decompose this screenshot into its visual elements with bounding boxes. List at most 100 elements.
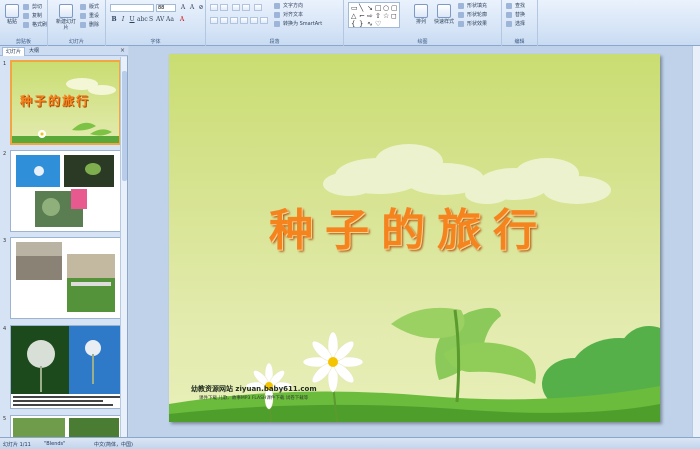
shrink-font-button[interactable]: A <box>188 4 196 12</box>
justify-button[interactable] <box>240 17 248 24</box>
thumbnail-5-art <box>13 418 119 437</box>
callout-shape-icon[interactable]: ◻ <box>391 12 397 20</box>
thumbnail-number: 3 <box>3 238 7 244</box>
find-button[interactable]: 查找 <box>506 2 525 10</box>
numbering-button[interactable] <box>220 4 228 11</box>
replace-button[interactable]: 替换 <box>506 11 525 19</box>
thumbnail-number: 1 <box>3 61 7 67</box>
paragraph-group: 文字方向 对齐文本 转换为 SmartArt 段落 <box>206 0 344 46</box>
font-group: 88 A A ⊘ B I U abc S AV Aa A 字体 <box>106 0 206 46</box>
brand-text: 幼教资源网站 ziyuan.baby611.com <box>191 385 317 393</box>
thumbnail-slide-3[interactable] <box>10 237 121 319</box>
up-arrow-shape-icon[interactable]: ⇧ <box>375 12 381 20</box>
slide-title[interactable]: 种子的旅行 <box>269 194 549 258</box>
cut-button[interactable]: 剪切 <box>23 3 42 11</box>
char-spacing-button[interactable]: AV <box>156 16 164 24</box>
increase-indent-button[interactable] <box>242 4 250 11</box>
delete-slide-button[interactable]: 删除 <box>80 21 99 29</box>
rectangle-shape-icon[interactable]: □ <box>375 4 382 12</box>
thumbnail-number: 4 <box>3 326 7 332</box>
shape-effects-button[interactable]: 形状效果 <box>458 20 487 28</box>
slide-editor: 种子的旅行 幼教资源网站 ziyuan.baby611.com 课件下载 儿歌、… <box>129 46 700 437</box>
align-text-button[interactable]: 对齐文本 <box>274 11 303 19</box>
decrease-indent-button[interactable] <box>232 4 240 11</box>
shape-outline-button[interactable]: 形状轮廓 <box>458 11 487 19</box>
language-status[interactable]: 中文(简体，中国) <box>94 441 133 448</box>
slides-group: 新建幻灯片 版式 重设 删除 幻灯片 <box>48 0 106 46</box>
bold-button[interactable]: B <box>110 16 118 24</box>
editing-group: 查找 替换 选择 编辑 <box>502 0 538 46</box>
shapes-gallery[interactable]: ▭ ╲ ↘ □ ○ ▢ △ ⌐ ⇨ ⇧ ☆ ◻ { } ∿ ♡ <box>348 2 400 28</box>
thumbnail-number: 5 <box>3 416 7 422</box>
columns-button[interactable] <box>260 17 268 24</box>
tab-outline[interactable]: 大纲 <box>26 47 42 56</box>
align-left-button[interactable] <box>210 17 218 24</box>
arrange-button[interactable]: 排列 <box>410 2 432 32</box>
triangle-shape-icon[interactable]: △ <box>351 12 356 20</box>
star-shape-icon[interactable]: ☆ <box>383 12 389 20</box>
heart-shape-icon[interactable]: ♡ <box>375 20 381 28</box>
clear-format-button[interactable]: ⊘ <box>197 4 205 12</box>
align-right-button[interactable] <box>230 17 238 24</box>
slides-pane: 幻灯片 大纲 × 1 种子的旅行 2 3 4 5 <box>0 46 128 437</box>
thumbnail-slide-2[interactable] <box>10 150 121 232</box>
thumbnail-4-art <box>11 326 120 406</box>
new-slide-icon <box>59 4 73 18</box>
paragraph-group-label: 段落 <box>269 39 280 45</box>
strikethrough-button[interactable]: abc <box>137 16 148 24</box>
italic-button[interactable]: I <box>119 16 127 24</box>
close-pane-icon[interactable]: × <box>120 47 125 55</box>
new-slide-button[interactable]: 新建幻灯片 <box>54 2 78 32</box>
drawing-group: ▭ ╲ ↘ □ ○ ▢ △ ⌐ ⇨ ⇧ ☆ ◻ { } ∿ ♡ 排列 快速样式 … <box>344 0 502 46</box>
font-size-combo[interactable]: 88 <box>156 4 176 12</box>
thumbnail-slide-5[interactable] <box>10 415 121 437</box>
oval-shape-icon[interactable]: ○ <box>383 4 389 12</box>
reset-button[interactable]: 重设 <box>80 12 99 20</box>
grow-font-button[interactable]: A <box>179 4 187 12</box>
slides-group-label: 幻灯片 <box>68 39 84 45</box>
distributed-button[interactable] <box>250 17 258 24</box>
thumbnail-slide-4[interactable] <box>10 325 121 409</box>
line-shape-icon[interactable]: ╲ <box>359 4 363 12</box>
paste-button[interactable]: 粘贴 <box>2 2 22 32</box>
layout-button[interactable]: 版式 <box>80 3 99 11</box>
text-shadow-button[interactable]: S <box>147 16 155 24</box>
underline-button[interactable]: U <box>128 16 136 24</box>
align-center-button[interactable] <box>220 17 228 24</box>
thumbnail-number: 2 <box>3 151 7 157</box>
quick-styles-icon <box>437 4 451 18</box>
change-case-button[interactable]: Aa <box>166 16 174 24</box>
rounded-rect-shape-icon[interactable]: ▢ <box>391 4 398 12</box>
elbow-shape-icon[interactable]: ⌐ <box>359 12 365 20</box>
arrow-shape-icon[interactable]: ↘ <box>367 4 373 12</box>
shape-fill-button[interactable]: 形状填充 <box>458 2 487 10</box>
quick-styles-button[interactable]: 快速样式 <box>432 2 456 32</box>
curve-shape-icon[interactable]: ∿ <box>367 20 373 28</box>
right-arrow-shape-icon[interactable]: ⇨ <box>367 12 373 20</box>
tab-slides[interactable]: 幻灯片 <box>2 47 26 56</box>
editing-group-label: 编辑 <box>514 39 525 45</box>
bracket-shape-icon[interactable]: } <box>359 20 363 28</box>
thumbnail-list: 1 种子的旅行 2 3 4 5 <box>0 57 128 437</box>
text-direction-button[interactable]: 文字方向 <box>274 2 303 10</box>
convert-smartart-button[interactable]: 转换为 SmartArt <box>274 20 322 28</box>
copy-button[interactable]: 复制 <box>23 12 42 20</box>
slide-scrollbar[interactable] <box>692 46 700 437</box>
bullets-button[interactable] <box>210 4 218 11</box>
textbox-shape-icon[interactable]: ▭ <box>351 4 358 12</box>
thumbnail-scrollbar[interactable] <box>120 57 127 437</box>
current-slide[interactable]: 种子的旅行 幼教资源网站 ziyuan.baby611.com 课件下载 儿歌、… <box>169 54 660 422</box>
arrange-icon <box>414 4 428 18</box>
clipboard-group: 粘贴 剪切 复制 格式刷 剪贴板 <box>0 0 48 46</box>
format-painter-button[interactable]: 格式刷 <box>23 21 47 29</box>
select-button[interactable]: 选择 <box>506 20 525 28</box>
drawing-group-label: 绘图 <box>417 39 428 45</box>
thumbnail-1-art <box>12 78 119 143</box>
brace-shape-icon[interactable]: { <box>351 20 355 28</box>
font-name-combo[interactable] <box>110 4 154 12</box>
font-group-label: 字体 <box>150 39 161 45</box>
font-color-button[interactable]: A <box>178 16 186 24</box>
thumbnail-slide-1[interactable]: 种子的旅行 <box>10 60 121 145</box>
line-spacing-button[interactable] <box>254 4 262 11</box>
thumbnail-scrollbar-thumb[interactable] <box>122 71 127 181</box>
